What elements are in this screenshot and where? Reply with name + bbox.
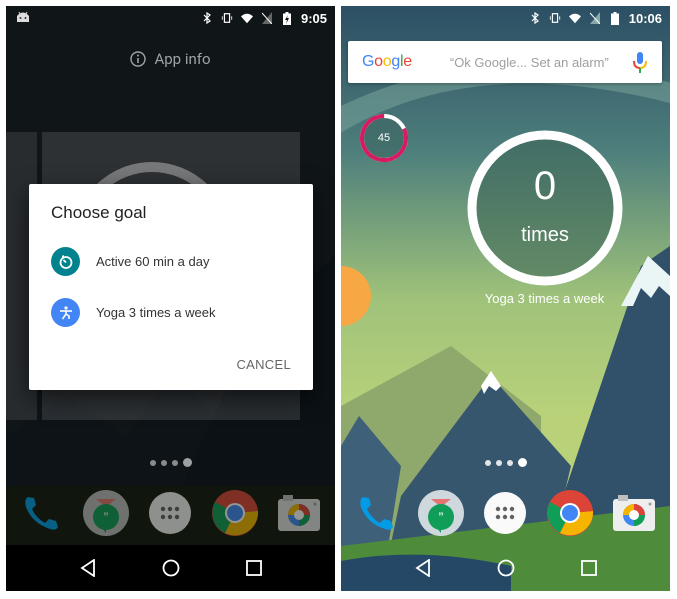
recents-icon[interactable] — [577, 556, 601, 580]
back-icon[interactable] — [76, 556, 100, 580]
battery-charging-icon — [281, 11, 293, 25]
left-phone-screen: 9:05 App info Choose goal Active 60 min … — [6, 6, 335, 591]
app-info-label: App info — [154, 50, 211, 68]
goal-unit: times — [521, 224, 569, 246]
no-sim-icon — [261, 12, 273, 24]
recents-icon[interactable] — [242, 556, 266, 580]
timer-icon — [51, 247, 80, 276]
goal-option-label: Yoga 3 times a week — [96, 305, 216, 320]
goal-count: 0 — [533, 164, 557, 208]
hangouts-icon[interactable]: ” — [82, 489, 130, 537]
app-info-button[interactable]: App info — [6, 50, 335, 68]
bluetooth-icon — [529, 12, 541, 24]
cancel-button[interactable]: CANCEL — [236, 357, 291, 372]
status-bar: 10:06 — [341, 6, 670, 30]
camera-icon[interactable] — [275, 489, 323, 537]
choose-goal-dialog: Choose goal Active 60 min a day Yoga 3 t… — [29, 184, 313, 390]
vibrate-icon — [549, 12, 561, 24]
goal-option-active[interactable]: Active 60 min a day — [51, 247, 291, 276]
microphone-icon[interactable] — [632, 50, 648, 74]
vibrate-icon — [221, 12, 233, 24]
chrome-icon[interactable] — [546, 489, 594, 537]
dock: ” — [6, 485, 335, 541]
no-sim-icon — [589, 12, 601, 24]
navigation-bar — [341, 545, 670, 591]
dock: ” — [341, 485, 670, 541]
yoga-icon — [51, 298, 80, 327]
fit-small-widget[interactable]: 45 — [359, 113, 409, 163]
google-search-bar[interactable]: Google “Ok Google... Set an alarm” — [348, 41, 662, 83]
page-indicator — [341, 458, 670, 467]
hangouts-icon[interactable]: ” — [417, 489, 465, 537]
goal-caption: Yoga 3 times a week — [484, 291, 605, 306]
wifi-icon — [240, 12, 253, 24]
search-placeholder: “Ok Google... Set an alarm” — [449, 54, 609, 70]
app-drawer-icon[interactable] — [481, 489, 529, 537]
android-debug-icon — [16, 11, 30, 27]
app-drawer-icon[interactable] — [146, 489, 194, 537]
chrome-icon[interactable] — [211, 489, 259, 537]
fit-small-value: 45 — [377, 132, 391, 144]
phone-icon[interactable] — [18, 489, 66, 537]
home-icon[interactable] — [159, 556, 183, 580]
clock: 9:05 — [300, 10, 327, 26]
status-bar: 9:05 — [6, 6, 335, 30]
right-phone-screen: 10:06 Google “Ok Google... Set an alarm”… — [341, 6, 670, 591]
clock: 10:06 — [628, 10, 662, 26]
phone-icon[interactable] — [353, 489, 401, 537]
bluetooth-icon — [201, 12, 213, 24]
battery-icon — [609, 11, 621, 25]
home-icon[interactable] — [494, 556, 518, 580]
page-indicator — [6, 458, 335, 467]
info-icon — [130, 51, 147, 67]
dialog-title: Choose goal — [51, 203, 147, 222]
goal-option-yoga[interactable]: Yoga 3 times a week — [51, 298, 291, 327]
svg-text:”: ” — [104, 509, 109, 525]
svg-text:”: ” — [439, 509, 444, 525]
back-icon[interactable] — [411, 556, 435, 580]
navigation-bar — [6, 545, 335, 591]
wifi-icon — [568, 12, 581, 24]
google-logo: Google — [362, 53, 412, 70]
goal-option-label: Active 60 min a day — [96, 254, 210, 269]
fit-goal-widget[interactable]: 0 times — [465, 128, 625, 288]
camera-icon[interactable] — [610, 489, 658, 537]
